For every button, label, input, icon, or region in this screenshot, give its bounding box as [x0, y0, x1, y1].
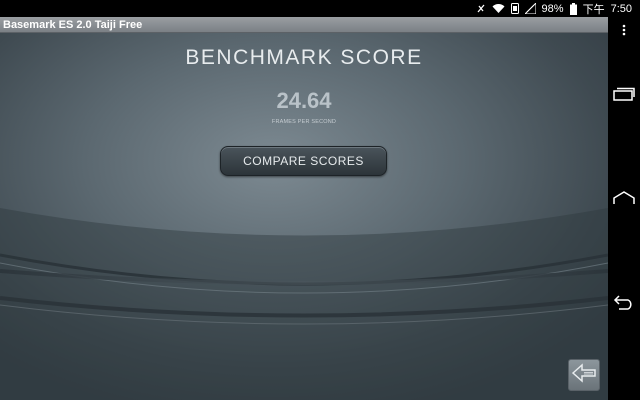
compare-scores-button[interactable]: COMPARE SCORES [220, 146, 387, 176]
wifi-icon [492, 0, 505, 17]
back-icon [613, 294, 635, 315]
score-unit: FRAMES PER SECOND [271, 119, 337, 125]
battery-icon [569, 0, 577, 17]
recent-apps-icon [613, 87, 635, 106]
android-nav-bar [608, 17, 640, 400]
home-button[interactable] [608, 185, 640, 215]
back-arrow-icon [571, 362, 597, 389]
nfc-icon [510, 0, 519, 17]
app-title: Basemark ES 2.0 Taiji Free [3, 19, 143, 31]
menu-button[interactable] [608, 17, 640, 47]
score-value: 24.64 [276, 88, 332, 113]
benchmark-result-panel: BENCHMARK SCORE 24.64 FRAMES PER SECOND … [0, 33, 608, 400]
device-screen: 98% 下午 7:50 Basemark ES 2.0 Taiji Free B… [0, 0, 640, 400]
time-period: 下午 [582, 3, 605, 16]
app-title-bar: Basemark ES 2.0 Taiji Free [0, 17, 608, 33]
recent-apps-button[interactable] [608, 81, 640, 111]
battery-percent: 98% [541, 2, 564, 15]
signal-icon [524, 0, 536, 17]
benchmark-score-heading: BENCHMARK SCORE [185, 46, 423, 69]
menu-icon [622, 23, 626, 41]
nav-back-button[interactable] [608, 289, 640, 319]
clock-time: 7:50 [610, 2, 632, 15]
compare-scores-label: COMPARE SCORES [243, 154, 364, 168]
back-button[interactable] [568, 359, 600, 391]
status-bar: 98% 下午 7:50 [0, 0, 640, 17]
notification-icon [476, 0, 486, 17]
home-icon [613, 190, 635, 210]
